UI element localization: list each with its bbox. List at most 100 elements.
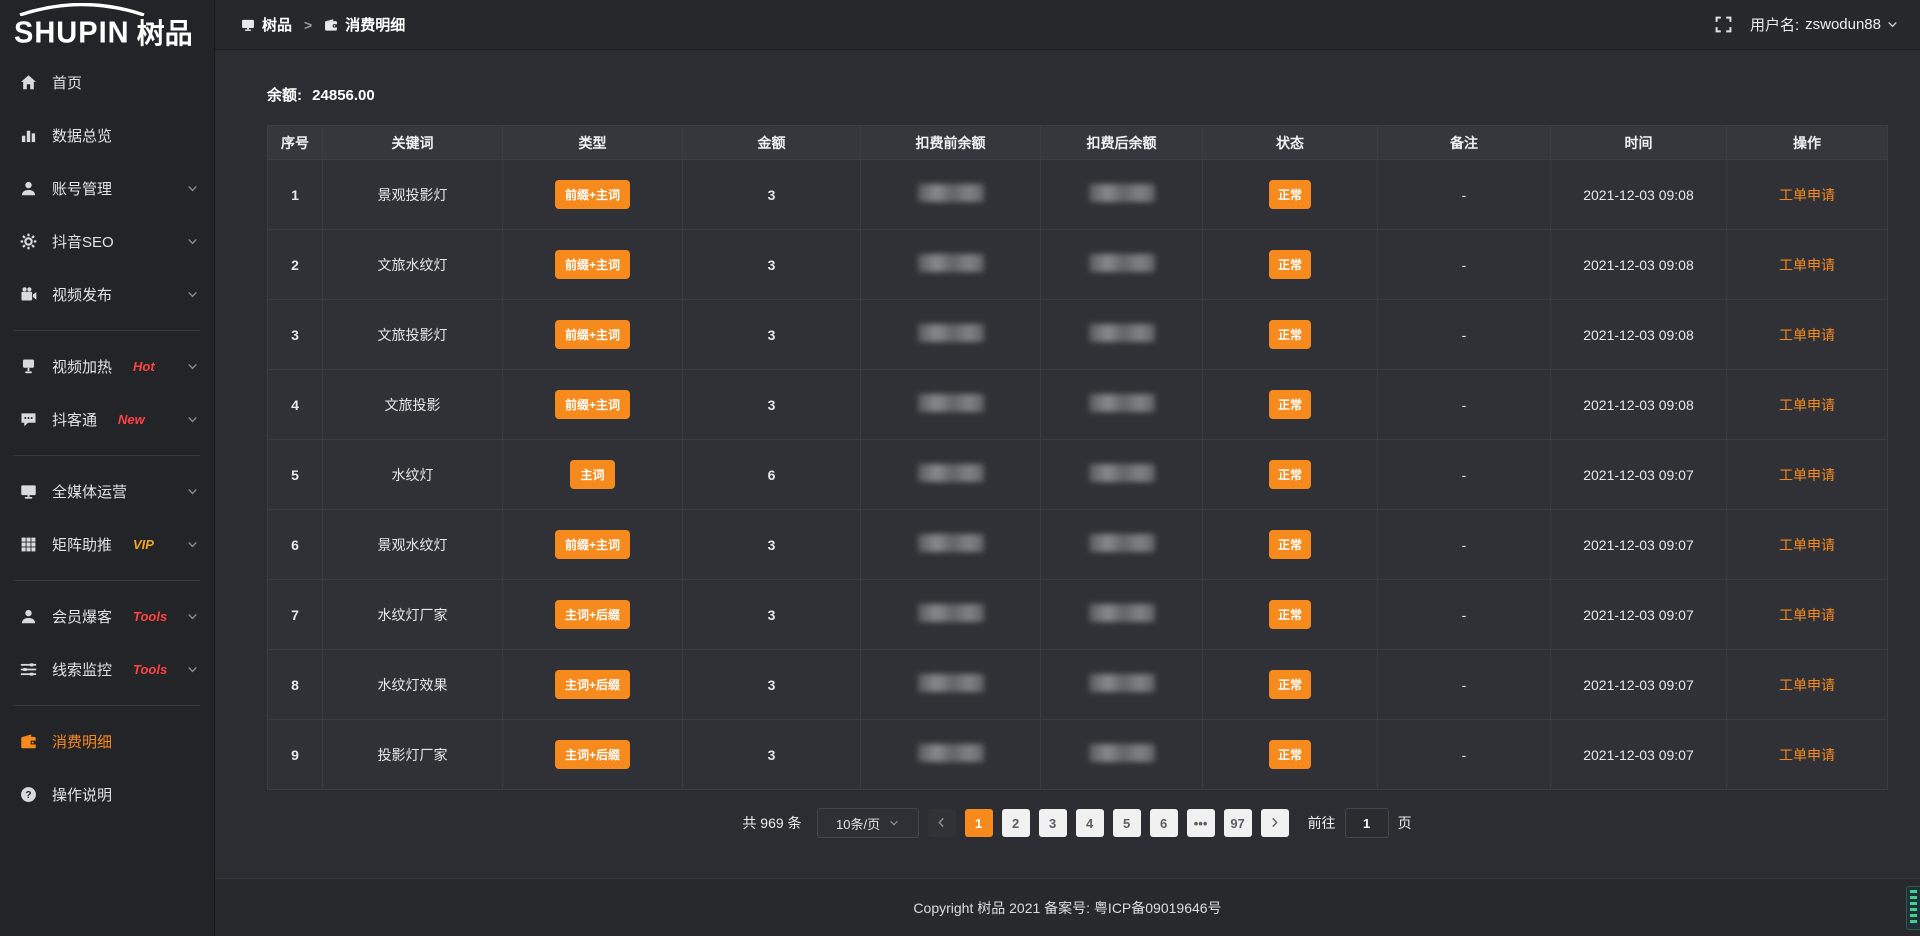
user-icon bbox=[20, 608, 37, 625]
sidebar-item-11[interactable]: 消费明细 bbox=[0, 715, 214, 768]
type-badge: 前缀+主词 bbox=[555, 390, 630, 419]
sidebar-item-3[interactable]: 抖音SEO bbox=[0, 215, 214, 268]
table-row: 8水纹灯效果主词+后缀3正常-2021-12-03 09:07工单申请 bbox=[268, 650, 1888, 720]
cell-pre-balance bbox=[861, 650, 1041, 720]
column-header: 扣费前余额 bbox=[861, 126, 1041, 160]
videocam-icon bbox=[20, 286, 37, 303]
sidebar-item-label: 矩阵助推 bbox=[52, 534, 112, 555]
user-menu[interactable]: 用户名: zswodun88 bbox=[1750, 14, 1898, 35]
cell-time: 2021-12-03 09:08 bbox=[1551, 300, 1727, 370]
page-ellipsis-button[interactable]: ••• bbox=[1187, 809, 1215, 837]
column-header: 状态 bbox=[1203, 126, 1378, 160]
status-badge: 正常 bbox=[1269, 530, 1311, 559]
type-badge: 前缀+主词 bbox=[555, 530, 630, 559]
next-page-button[interactable] bbox=[1261, 809, 1289, 837]
cell-remark: - bbox=[1378, 580, 1551, 650]
sidebar-item-0[interactable]: 首页 bbox=[0, 56, 214, 109]
cell-time: 2021-12-03 09:08 bbox=[1551, 160, 1727, 230]
cell-keyword: 水纹灯效果 bbox=[323, 650, 503, 720]
sidebar-item-label: 数据总览 bbox=[52, 125, 112, 146]
sidebar-item-label: 抖音SEO bbox=[52, 231, 114, 252]
cell-time: 2021-12-03 09:07 bbox=[1551, 510, 1727, 580]
sidebar-item-10[interactable]: 线索监控Tools bbox=[0, 643, 214, 696]
sidebar-item-9[interactable]: 会员爆客Tools bbox=[0, 590, 214, 643]
ticket-apply-link[interactable]: 工单申请 bbox=[1779, 677, 1835, 693]
floating-widget[interactable] bbox=[1906, 886, 1920, 930]
sidebar-item-6[interactable]: 抖客通New bbox=[0, 393, 214, 446]
status-badge: 正常 bbox=[1269, 740, 1311, 769]
chevron-down-icon bbox=[187, 289, 198, 300]
ticket-apply-link[interactable]: 工单申请 bbox=[1779, 327, 1835, 343]
page-button-6[interactable]: 6 bbox=[1150, 809, 1178, 837]
breadcrumb-label: 树品 bbox=[262, 14, 292, 35]
ticket-apply-link[interactable]: 工单申请 bbox=[1779, 397, 1835, 413]
sidebar-item-2[interactable]: 账号管理 bbox=[0, 162, 214, 215]
column-header: 备注 bbox=[1378, 126, 1551, 160]
sidebar-item-badge: VIP bbox=[133, 537, 154, 552]
redacted-value bbox=[918, 604, 984, 622]
chevron-down-icon bbox=[187, 611, 198, 622]
table-row: 4文旅投影前缀+主词3正常-2021-12-03 09:08工单申请 bbox=[268, 370, 1888, 440]
cell-amount: 3 bbox=[683, 160, 861, 230]
cell-action: 工单申请 bbox=[1727, 510, 1888, 580]
cell-status: 正常 bbox=[1203, 230, 1378, 300]
status-badge: 正常 bbox=[1269, 180, 1311, 209]
chevron-down-icon bbox=[1887, 19, 1898, 30]
sidebar-item-8[interactable]: 矩阵助推 VIP bbox=[0, 518, 214, 571]
cell-pre-balance bbox=[861, 300, 1041, 370]
redacted-value bbox=[918, 394, 984, 412]
sidebar-item-4[interactable]: 视频发布 bbox=[0, 268, 214, 321]
sidebar-divider bbox=[14, 330, 200, 331]
page-button-5[interactable]: 5 bbox=[1113, 809, 1141, 837]
breadcrumb-item-consumption[interactable]: 消费明细 bbox=[324, 14, 405, 35]
fullscreen-icon[interactable] bbox=[1715, 16, 1732, 33]
content: 余额: 24856.00 序号关键词类型金额扣费前余额扣费后余额状态备注时间操作… bbox=[215, 50, 1920, 878]
goto-page-input[interactable] bbox=[1345, 808, 1389, 838]
column-header: 时间 bbox=[1551, 126, 1727, 160]
sidebar-item-1[interactable]: 数据总览 bbox=[0, 109, 214, 162]
breadcrumb-item-shupin[interactable]: 树品 bbox=[241, 14, 292, 35]
page-button-1[interactable]: 1 bbox=[965, 809, 993, 837]
type-badge: 主词+后缀 bbox=[555, 600, 630, 629]
column-header: 操作 bbox=[1727, 126, 1888, 160]
ticket-apply-link[interactable]: 工单申请 bbox=[1779, 607, 1835, 623]
ticket-apply-link[interactable]: 工单申请 bbox=[1779, 747, 1835, 763]
cell-status: 正常 bbox=[1203, 300, 1378, 370]
redacted-value bbox=[1089, 184, 1155, 202]
status-badge: 正常 bbox=[1269, 320, 1311, 349]
page-button-4[interactable]: 4 bbox=[1076, 809, 1104, 837]
ticket-apply-link[interactable]: 工单申请 bbox=[1779, 257, 1835, 273]
gear-icon bbox=[20, 233, 37, 250]
page-button-97[interactable]: 97 bbox=[1224, 809, 1252, 837]
cell-time: 2021-12-03 09:07 bbox=[1551, 580, 1727, 650]
cell-keyword: 投影灯厂家 bbox=[323, 720, 503, 790]
ticket-apply-link[interactable]: 工单申请 bbox=[1779, 187, 1835, 203]
balance-label: 余额: bbox=[267, 87, 302, 104]
page-button-3[interactable]: 3 bbox=[1039, 809, 1067, 837]
sidebar-item-12[interactable]: ?操作说明 bbox=[0, 768, 214, 821]
ticket-apply-link[interactable]: 工单申请 bbox=[1779, 537, 1835, 553]
sidebar-item-5[interactable]: 视频加热Hot bbox=[0, 340, 214, 393]
cell-amount: 3 bbox=[683, 230, 861, 300]
sidebar-item-badge: Hot bbox=[133, 359, 155, 374]
type-badge: 主词+后缀 bbox=[555, 740, 630, 769]
ticket-apply-link[interactable]: 工单申请 bbox=[1779, 467, 1835, 483]
copyright-text: Copyright 树品 2021 备案号: 粤ICP备09019646号 bbox=[913, 898, 1221, 918]
cell-type: 前缀+主词 bbox=[503, 370, 683, 440]
cell-keyword: 景观投影灯 bbox=[323, 160, 503, 230]
sidebar-item-7[interactable]: 全媒体运营 bbox=[0, 465, 214, 518]
goto-suffix: 页 bbox=[1398, 813, 1412, 833]
page-button-2[interactable]: 2 bbox=[1002, 809, 1030, 837]
type-badge: 主词 bbox=[570, 460, 614, 489]
cell-keyword: 水纹灯厂家 bbox=[323, 580, 503, 650]
logo-text-cn: 树品 bbox=[137, 20, 193, 48]
sidebar-item-label: 线索监控 bbox=[52, 659, 112, 680]
cell-type: 主词+后缀 bbox=[503, 580, 683, 650]
prev-page-button[interactable] bbox=[928, 809, 956, 837]
cell-remark: - bbox=[1378, 720, 1551, 790]
cell-post-balance bbox=[1041, 440, 1203, 510]
question-icon: ? bbox=[20, 786, 37, 803]
cell-index: 6 bbox=[268, 510, 323, 580]
page-size-select[interactable]: 10条/页 bbox=[817, 808, 919, 838]
sidebar-item-label: 首页 bbox=[52, 72, 82, 93]
